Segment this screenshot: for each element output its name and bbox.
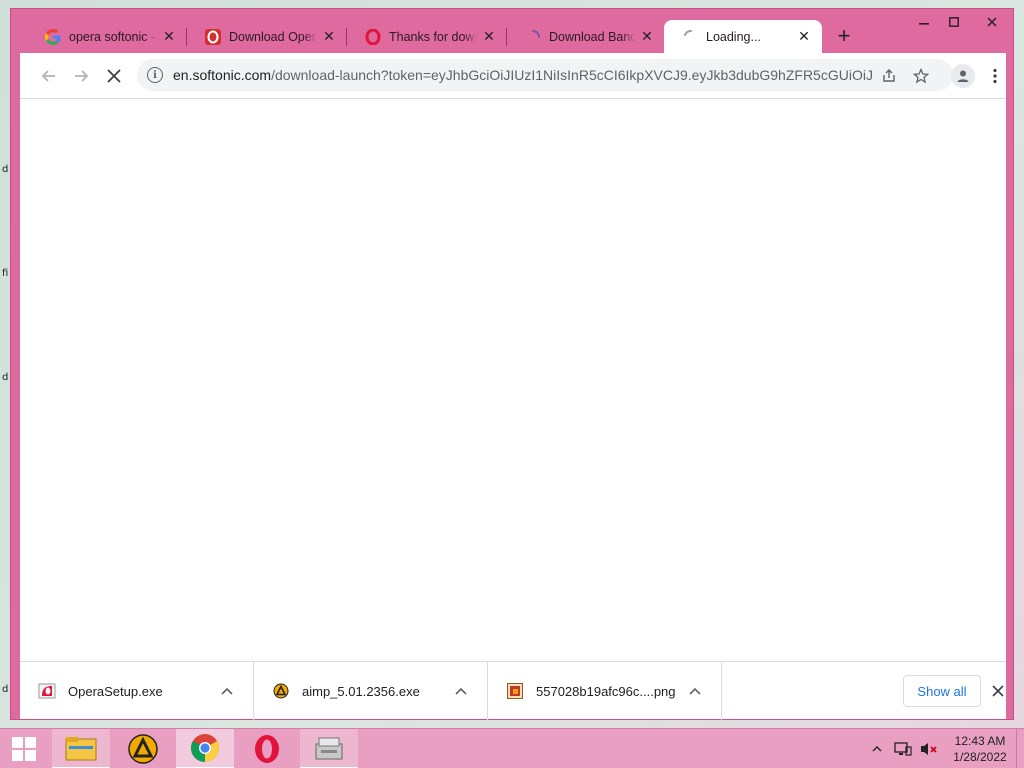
speaker-muted-icon[interactable]: [918, 738, 940, 760]
chevron-up-icon[interactable]: [866, 738, 888, 760]
tab-title: Thanks for downl: [389, 29, 477, 44]
arrow-left-icon: [41, 70, 55, 82]
tab-thanks-for-download[interactable]: Thanks for downl ✕: [347, 20, 507, 53]
taskbar: 12:43 AM 1/28/2022: [0, 728, 1024, 768]
taskbar-installer[interactable]: [300, 729, 358, 768]
tab-strip: opera softonic - G ✕ Download Opera ✕ Th…: [11, 9, 1015, 53]
maximize-button[interactable]: [939, 9, 969, 35]
arrow-right-icon: [75, 70, 89, 82]
tab-loading-active[interactable]: Loading... ✕: [664, 20, 822, 53]
download-filename: aimp_5.01.2356.exe: [302, 683, 420, 699]
software-installer-icon: [315, 737, 343, 760]
chrome-icon: [191, 734, 219, 762]
url-text[interactable]: en.softonic.com/download-launch?token=ey…: [173, 67, 873, 83]
tab-title: Download Bandic: [549, 29, 635, 44]
url-domain: en.softonic.com: [173, 67, 272, 83]
bookmark-star-icon[interactable]: [911, 66, 931, 86]
download-item[interactable]: aimp_5.01.2356.exe: [254, 662, 488, 720]
chevron-up-icon[interactable]: [219, 683, 235, 699]
url-path: /download-launch?token=eyJhbGciOiJIUzI1N…: [271, 67, 873, 83]
opera-installer-icon: [38, 682, 56, 700]
download-shelf: OperaSetup.exe aimp_5.01.2356.exe 557028…: [20, 661, 1007, 720]
back-button[interactable]: [37, 64, 61, 88]
taskbar-aimp[interactable]: [114, 729, 172, 768]
clock[interactable]: 12:43 AM 1/28/2022: [944, 733, 1016, 765]
image-file-icon: [506, 682, 524, 700]
close-window-button[interactable]: [969, 9, 1015, 35]
stop-button[interactable]: [102, 64, 126, 88]
tab-download-opera[interactable]: Download Opera ✕: [187, 20, 347, 53]
close-icon[interactable]: ✕: [321, 28, 337, 45]
show-all-button[interactable]: Show all: [903, 675, 981, 707]
opera-icon: [365, 28, 381, 45]
new-tab-button[interactable]: +: [833, 25, 855, 48]
start-button[interactable]: [0, 729, 48, 768]
tab-title: opera softonic - G: [69, 29, 157, 44]
close-icon: [992, 685, 1004, 697]
tab-download-bandicam[interactable]: Download Bandic ✕: [507, 20, 665, 53]
aimp-icon: [128, 734, 158, 764]
loading-spinner-icon: [525, 29, 541, 45]
taskbar-file-explorer[interactable]: [52, 729, 110, 768]
tab-title: Download Opera: [229, 29, 317, 44]
browser-window: opera softonic - G ✕ Download Opera ✕ Th…: [10, 8, 1014, 720]
profile-avatar-button[interactable]: [951, 64, 975, 88]
stop-x-icon: [107, 69, 121, 83]
file-explorer-icon: [65, 737, 97, 761]
loading-spinner-icon: [682, 29, 698, 45]
aimp-icon: [272, 682, 290, 700]
more-vertical-icon: [993, 68, 997, 84]
tab-title: Loading...: [706, 29, 761, 44]
clock-date: 1/28/2022: [953, 750, 1007, 764]
close-shelf-button[interactable]: [989, 682, 1007, 700]
close-icon[interactable]: ✕: [796, 28, 812, 45]
person-icon: [957, 70, 969, 82]
window-controls: [909, 9, 1015, 37]
close-icon[interactable]: ✕: [161, 28, 177, 45]
network-icon[interactable]: [892, 738, 914, 760]
page-content: [20, 99, 1006, 661]
clock-time: 12:43 AM: [954, 734, 1006, 748]
forward-button[interactable]: [69, 64, 93, 88]
opera-icon: [255, 735, 279, 763]
taskbar-chrome[interactable]: [176, 729, 234, 768]
google-icon: [45, 28, 61, 45]
close-icon[interactable]: ✕: [639, 28, 655, 45]
chevron-up-icon[interactable]: [687, 683, 703, 699]
tab-google-search[interactable]: opera softonic - G ✕: [27, 20, 187, 53]
show-desktop-button[interactable]: [1016, 729, 1024, 768]
address-bar[interactable]: i en.softonic.com/download-launch?token=…: [137, 59, 953, 91]
windows-logo-icon: [12, 737, 36, 761]
download-item[interactable]: 557028b19afc96c....png: [488, 662, 722, 720]
download-filename: OperaSetup.exe: [68, 683, 163, 699]
taskbar-opera[interactable]: [238, 729, 296, 768]
minimize-button[interactable]: [909, 9, 939, 35]
download-item[interactable]: OperaSetup.exe: [20, 662, 254, 720]
share-icon[interactable]: [879, 66, 899, 86]
browser-menu-button[interactable]: [983, 64, 1007, 88]
site-info-icon[interactable]: i: [147, 67, 163, 83]
chevron-up-icon[interactable]: [453, 683, 469, 699]
softonic-icon: [205, 28, 221, 45]
system-tray: 12:43 AM 1/28/2022: [866, 729, 1024, 768]
close-icon[interactable]: ✕: [481, 28, 497, 45]
download-filename: 557028b19afc96c....png: [536, 683, 676, 699]
browser-toolbar: i en.softonic.com/download-launch?token=…: [20, 53, 1006, 99]
